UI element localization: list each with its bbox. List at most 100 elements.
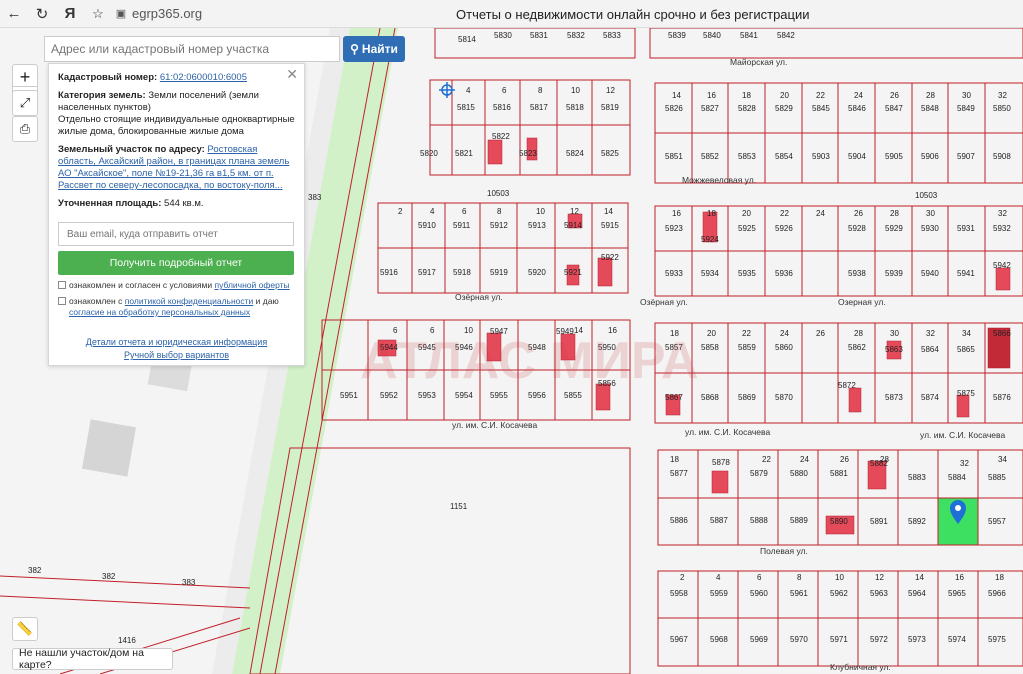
- svg-text:5864: 5864: [921, 345, 939, 354]
- search-button[interactable]: ⚲ Найти: [343, 36, 405, 62]
- svg-text:ул. им. С.И. Косачева: ул. им. С.И. Косачева: [685, 427, 770, 437]
- search-input[interactable]: [44, 36, 340, 62]
- svg-text:5952: 5952: [380, 391, 398, 400]
- svg-text:5879: 5879: [750, 469, 768, 478]
- svg-text:5930: 5930: [921, 224, 939, 233]
- svg-text:26: 26: [890, 91, 899, 100]
- svg-text:5910: 5910: [418, 221, 436, 230]
- svg-text:6: 6: [502, 86, 507, 95]
- manual-select-link[interactable]: Ручной выбор вариантов: [58, 349, 295, 362]
- svg-text:5883: 5883: [908, 473, 926, 482]
- svg-text:5903: 5903: [812, 152, 830, 161]
- svg-text:8: 8: [497, 207, 502, 216]
- svg-text:5890: 5890: [830, 517, 848, 526]
- svg-text:5831: 5831: [530, 31, 548, 40]
- svg-text:5876: 5876: [993, 393, 1011, 402]
- ruler-icon[interactable]: 📏: [12, 617, 38, 641]
- svg-text:5934: 5934: [701, 269, 719, 278]
- svg-text:5868: 5868: [701, 393, 719, 402]
- svg-text:5921: 5921: [564, 268, 582, 277]
- svg-text:5888: 5888: [750, 516, 768, 525]
- svg-text:18: 18: [995, 573, 1004, 582]
- category-label: Категория земель:: [58, 90, 146, 101]
- consent-offer-checkbox[interactable]: [58, 281, 66, 289]
- svg-text:20: 20: [707, 329, 716, 338]
- cadastral-number-link[interactable]: 61:02:0600010:6005: [160, 72, 247, 83]
- svg-text:22: 22: [816, 91, 825, 100]
- consent-privacy[interactable]: ознакомлен с политикой конфиденциальност…: [58, 296, 295, 318]
- svg-text:5822: 5822: [492, 132, 510, 141]
- svg-text:5869: 5869: [738, 393, 756, 402]
- svg-text:10: 10: [536, 207, 545, 216]
- svg-text:5942: 5942: [993, 261, 1011, 270]
- svg-text:8: 8: [538, 86, 543, 95]
- svg-text:5817: 5817: [530, 103, 548, 112]
- browser-toolbar: ← ↻ Я ☆ ▣ egrp365.org Отчеты о недвижимо…: [0, 0, 1023, 28]
- svg-text:10: 10: [571, 86, 580, 95]
- svg-text:18: 18: [707, 209, 716, 218]
- svg-text:5826: 5826: [665, 104, 683, 113]
- svg-text:30: 30: [890, 329, 899, 338]
- svg-text:5915: 5915: [601, 221, 619, 230]
- svg-text:5850: 5850: [993, 104, 1011, 113]
- yandex-icon[interactable]: Я: [56, 0, 84, 28]
- svg-text:5874: 5874: [921, 393, 939, 402]
- svg-text:5841: 5841: [740, 31, 758, 40]
- svg-text:5814: 5814: [458, 35, 476, 44]
- print-icon[interactable]: ⎙: [12, 116, 38, 142]
- not-found-button[interactable]: Не нашли участок/дом на карте?: [12, 647, 173, 671]
- address-bar[interactable]: egrp365.org: [132, 6, 202, 21]
- svg-text:5851: 5851: [665, 152, 683, 161]
- svg-text:5854: 5854: [775, 152, 793, 161]
- reload-icon[interactable]: ↻: [28, 0, 56, 28]
- crosshair-icon: [439, 82, 455, 98]
- svg-text:2: 2: [398, 207, 403, 216]
- get-report-button[interactable]: Получить подробный отчет: [58, 251, 294, 275]
- svg-text:4: 4: [466, 86, 471, 95]
- svg-text:5824: 5824: [566, 149, 584, 158]
- svg-text:20: 20: [780, 91, 789, 100]
- svg-text:5820: 5820: [420, 149, 438, 158]
- svg-text:5932: 5932: [993, 224, 1011, 233]
- map-canvas[interactable]: 5814 5830 5831 5832 5833 5839 5840 5841 5842 4 6…: [0, 28, 1023, 674]
- fullscreen-icon[interactable]: ⤢: [12, 90, 38, 116]
- svg-text:20: 20: [742, 209, 751, 218]
- page-title: Отчеты о недвижимости онлайн срочно и бе…: [456, 7, 810, 22]
- svg-text:28: 28: [854, 329, 863, 338]
- svg-text:4: 4: [716, 573, 721, 582]
- svg-text:24: 24: [816, 209, 825, 218]
- svg-text:5829: 5829: [775, 104, 793, 113]
- svg-text:5889: 5889: [790, 516, 808, 525]
- svg-text:12: 12: [570, 207, 579, 216]
- svg-text:6: 6: [757, 573, 762, 582]
- email-field[interactable]: [58, 222, 294, 246]
- svg-text:5846: 5846: [848, 104, 866, 113]
- consent-offer[interactable]: ознакомлен и согласен с условиями публич…: [58, 280, 295, 291]
- svg-text:5970: 5970: [790, 635, 808, 644]
- svg-text:5815: 5815: [457, 103, 475, 112]
- bookmark-icon[interactable]: ☆: [84, 0, 112, 28]
- offer-link[interactable]: публичной оферты: [215, 280, 290, 290]
- close-icon[interactable]: ✕: [286, 67, 298, 81]
- svg-text:5911: 5911: [453, 221, 471, 230]
- svg-text:5825: 5825: [601, 149, 619, 158]
- svg-text:5863: 5863: [885, 345, 903, 354]
- svg-text:34: 34: [998, 455, 1007, 464]
- back-icon[interactable]: ←: [0, 0, 28, 28]
- parcel-block: [429, 79, 631, 176]
- svg-text:10503: 10503: [487, 189, 510, 198]
- personal-data-link[interactable]: согласие на обработку персональных данны…: [69, 307, 250, 317]
- svg-text:5940: 5940: [921, 269, 939, 278]
- svg-text:5892: 5892: [908, 517, 926, 526]
- svg-text:5923: 5923: [665, 224, 683, 233]
- usage-value: Отдельно стоящие индивидуальные одноквар…: [58, 114, 295, 137]
- svg-text:5936: 5936: [775, 269, 793, 278]
- svg-text:5973: 5973: [908, 635, 926, 644]
- privacy-link[interactable]: политикой конфиденциальности: [125, 296, 254, 306]
- consent-privacy-checkbox[interactable]: [58, 297, 66, 305]
- svg-text:22: 22: [762, 455, 771, 464]
- svg-text:5931: 5931: [957, 224, 975, 233]
- svg-text:5953: 5953: [418, 391, 436, 400]
- svg-text:28: 28: [926, 91, 935, 100]
- details-link[interactable]: Детали отчета и юридическая информация: [58, 336, 295, 349]
